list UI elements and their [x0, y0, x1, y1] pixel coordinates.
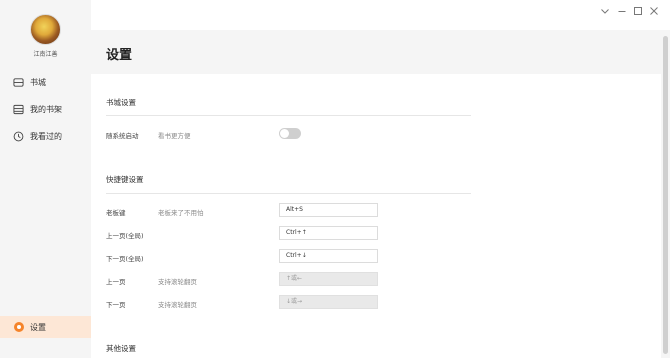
- next-page-global-input[interactable]: Ctrl+↓: [279, 249, 378, 263]
- shortcut-row-label: 上一页(全局): [106, 232, 144, 240]
- shortcut-row-description: 支持滚轮翻页: [158, 278, 197, 286]
- sidebar-item-history[interactable]: 我看过的: [0, 125, 91, 147]
- startup-toggle[interactable]: [279, 128, 301, 139]
- shortcut-row-label: 下一页(全局): [106, 255, 144, 263]
- section-title-other: 其他设置: [106, 344, 136, 353]
- shortcut-row-label: 下一页: [106, 301, 126, 309]
- startup-label: 随系统启动: [106, 132, 139, 140]
- settings-icon: [14, 322, 24, 332]
- shortcut-row-description: 支持滚轮翻页: [158, 301, 197, 309]
- boss-key-input[interactable]: Alt+S: [279, 203, 378, 217]
- shortcut-row-label: 老板键: [106, 209, 126, 217]
- section-title-bookstore: 书城设置: [106, 98, 136, 107]
- minimize-icon[interactable]: [616, 5, 628, 17]
- close-icon[interactable]: [648, 5, 660, 17]
- prev-page-input: ↑或←: [279, 272, 378, 286]
- prev-page-global-input[interactable]: Ctrl+↑: [279, 226, 378, 240]
- next-page-input: ↓或→: [279, 295, 378, 309]
- app-window: 江南江善 书城 我的书架 我看过的 设置 设置 书城设置 随系统启动 看书更方便…: [0, 0, 670, 358]
- page-header: 设置: [91, 30, 661, 74]
- bookshelf-icon: [13, 104, 24, 114]
- maximize-icon[interactable]: [632, 5, 644, 17]
- section-title-shortcuts: 快捷键设置: [106, 175, 144, 184]
- title-bar: [91, 0, 670, 30]
- shortcut-row-description: 老板来了不用怕: [158, 209, 204, 217]
- divider: [106, 193, 471, 194]
- sidebar-item-label: 我的书架: [30, 104, 62, 114]
- username: 江南江善: [33, 51, 58, 58]
- startup-description: 看书更方便: [158, 132, 191, 140]
- bookstore-icon: [13, 77, 24, 87]
- sidebar-item-settings[interactable]: 设置: [0, 316, 91, 338]
- avatar[interactable]: [30, 14, 61, 45]
- chevron-down-icon[interactable]: [599, 5, 611, 17]
- divider: [106, 115, 471, 116]
- sidebar-item-bookstore[interactable]: 书城: [0, 71, 91, 93]
- page-title: 设置: [106, 48, 133, 63]
- history-clock-icon: [13, 131, 24, 141]
- sidebar-item-bookshelf[interactable]: 我的书架: [0, 98, 91, 120]
- sidebar: 江南江善 书城 我的书架 我看过的 设置: [0, 0, 91, 358]
- sidebar-item-label: 我看过的: [30, 131, 62, 141]
- shortcut-row-label: 上一页: [106, 278, 126, 286]
- sidebar-item-label: 设置: [30, 322, 46, 332]
- sidebar-item-label: 书城: [30, 77, 46, 87]
- scrollbar-thumb[interactable]: [663, 36, 668, 354]
